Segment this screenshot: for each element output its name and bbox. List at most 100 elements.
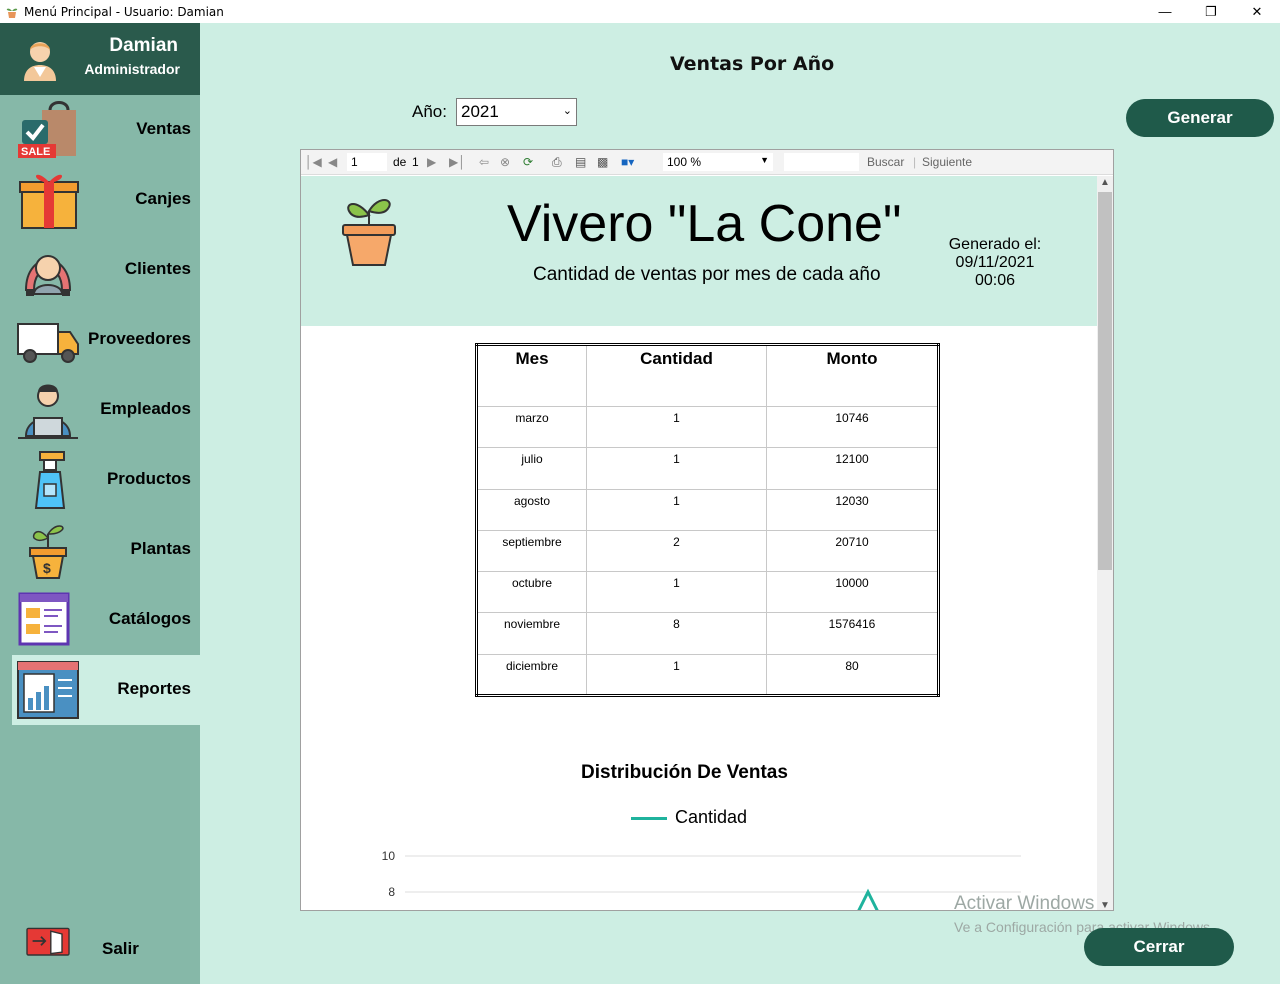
cell-quantity: 1 — [586, 406, 767, 449]
svg-text:$: $ — [43, 560, 51, 576]
scroll-down-icon[interactable]: ▼ — [1100, 900, 1110, 910]
sidebar-item-label: Productos — [106, 469, 191, 488]
search-input[interactable] — [784, 153, 859, 171]
cell-month: marzo — [476, 406, 587, 449]
cell-month: septiembre — [476, 530, 587, 573]
page-number-input[interactable]: 1 — [347, 153, 387, 171]
close-button[interactable]: Cerrar — [1084, 928, 1234, 966]
spray-bottle-icon — [34, 451, 66, 509]
sidebar-item-clientes[interactable]: Clientes — [12, 235, 200, 305]
page-setup-icon[interactable]: ▩ — [597, 155, 608, 169]
year-select-value: 2021 — [461, 102, 499, 121]
sidebar-item-label: Empleados — [100, 399, 191, 418]
sidebar-item-salir[interactable]: Salir — [12, 915, 200, 984]
generated-date: 09/11/2021 — [955, 254, 1035, 271]
cell-amount: 12100 — [766, 447, 939, 490]
chevron-down-icon: ⌄ — [562, 105, 572, 117]
minimize-icon[interactable]: — — [1142, 0, 1188, 23]
cell-quantity: 1 — [586, 447, 767, 490]
print-icon[interactable]: ⎙ — [552, 155, 562, 170]
report-subtitle: Cantidad de ventas por mes de cada año — [533, 264, 881, 285]
cell-quantity: 1 — [586, 654, 767, 696]
plant-pot-logo-icon — [342, 199, 396, 266]
generated-time: 00:06 — [974, 272, 1016, 289]
table-row: noviembre 8 1576416 — [476, 612, 939, 655]
cell-month: diciembre — [476, 654, 587, 696]
exit-door-icon — [26, 927, 70, 956]
page-number-value: 1 — [351, 155, 358, 169]
year-select[interactable]: 2021 ⌄ — [456, 98, 577, 126]
sidebar-item-label: Salir — [102, 939, 139, 958]
last-page-icon[interactable]: ▶│ — [449, 155, 466, 169]
svg-text:SALE: SALE — [21, 146, 50, 158]
table-row: octubre 1 10000 — [476, 571, 939, 614]
table-row: julio 1 12100 — [476, 447, 939, 490]
cell-amount: 10000 — [766, 571, 939, 614]
sidebar: Damian Administrador SALE Ventas Canjes — [0, 23, 200, 984]
series-line — [857, 888, 879, 910]
column-header: Cantidad — [586, 344, 767, 407]
chart-title: Distribución De Ventas — [581, 762, 788, 783]
gift-box-icon — [19, 174, 79, 229]
main-panel: Ventas Por Año Año: 2021 ⌄ Generar │◀ ◀ … — [200, 23, 1280, 984]
generated-label: Generado el: — [948, 236, 1042, 253]
table-header-row: Mes Cantidad Monto — [476, 344, 939, 407]
sidebar-item-label: Proveedores — [88, 329, 191, 348]
sidebar-item-productos[interactable]: Productos — [12, 445, 200, 515]
sidebar-item-catalogos[interactable]: Catálogos — [12, 585, 200, 655]
close-icon[interactable]: ✕ — [1234, 0, 1280, 23]
table-row: marzo 1 10746 — [476, 406, 939, 449]
generate-button[interactable]: Generar — [1126, 99, 1274, 137]
vertical-scrollbar[interactable]: ▲ ▼ — [1097, 176, 1113, 910]
sidebar-item-label: Ventas — [136, 119, 191, 138]
previous-page-icon[interactable]: ◀ — [328, 155, 337, 169]
column-header: Monto — [766, 344, 939, 407]
export-icon[interactable]: ■▾ — [621, 155, 634, 169]
page-total-label: 1 — [412, 155, 419, 169]
restore-icon[interactable]: ❐ — [1188, 0, 1234, 23]
report-chart-icon — [17, 661, 79, 719]
window-titlebar: Menú Principal - Usuario: Damian — ❐ ✕ — [0, 0, 1280, 23]
next-match-link[interactable]: Siguiente — [922, 155, 972, 169]
cell-amount: 1576416 — [766, 612, 939, 655]
next-page-icon[interactable]: ▶ — [427, 155, 436, 169]
cell-amount: 12030 — [766, 489, 939, 531]
y-tick-label: 8 — [388, 885, 395, 899]
sidebar-item-empleados[interactable]: Empleados — [12, 375, 200, 445]
plant-pot-icon: $ — [29, 525, 67, 579]
table-row: septiembre 2 20710 — [476, 530, 939, 573]
search-link[interactable]: Buscar — [867, 155, 904, 169]
window-title: Menú Principal - Usuario: Damian — [24, 4, 224, 19]
report-page: Vivero "La Cone" Cantidad de ventas por … — [301, 176, 1097, 910]
sidebar-item-ventas[interactable]: SALE Ventas — [12, 95, 200, 165]
sidebar-item-plantas[interactable]: $ Plantas — [12, 515, 200, 585]
page-of-label: de — [393, 155, 407, 169]
first-page-icon[interactable]: │◀ — [305, 155, 322, 169]
stop-icon[interactable]: ⊗ — [500, 155, 510, 169]
activation-watermark-title: Activar Windows — [954, 893, 1095, 914]
shopping-bag-sale-icon: SALE — [18, 101, 76, 158]
year-label: Año: — [412, 102, 447, 121]
zoom-select[interactable]: 100 % ▼ — [663, 153, 773, 171]
report-header: Vivero "La Cone" Cantidad de ventas por … — [301, 176, 1097, 326]
scroll-up-icon[interactable]: ▲ — [1100, 177, 1110, 188]
cell-quantity: 8 — [586, 612, 767, 655]
scroll-thumb[interactable] — [1098, 192, 1112, 570]
legend-label: Cantidad — [675, 807, 748, 827]
sidebar-item-label: Clientes — [124, 259, 191, 278]
back-icon[interactable]: ⇦ — [479, 155, 489, 169]
cell-amount: 80 — [845, 658, 859, 673]
user-role: Administrador — [84, 61, 180, 77]
refresh-icon[interactable]: ⟳ — [523, 155, 533, 169]
customer-icon — [24, 255, 72, 296]
employee-laptop-icon — [18, 384, 78, 439]
sidebar-item-proveedores[interactable]: Proveedores — [12, 305, 200, 375]
sidebar-item-canjes[interactable]: Canjes — [12, 165, 200, 235]
sidebar-item-reportes[interactable]: Reportes — [12, 655, 200, 725]
cell-quantity: 1 — [586, 489, 767, 531]
user-panel: Damian Administrador — [0, 23, 200, 95]
cell-month: agosto — [476, 489, 587, 531]
print-layout-icon[interactable]: ▤ — [575, 155, 586, 169]
page-title: Ventas Por Año — [670, 53, 835, 75]
catalog-icon — [18, 592, 70, 646]
